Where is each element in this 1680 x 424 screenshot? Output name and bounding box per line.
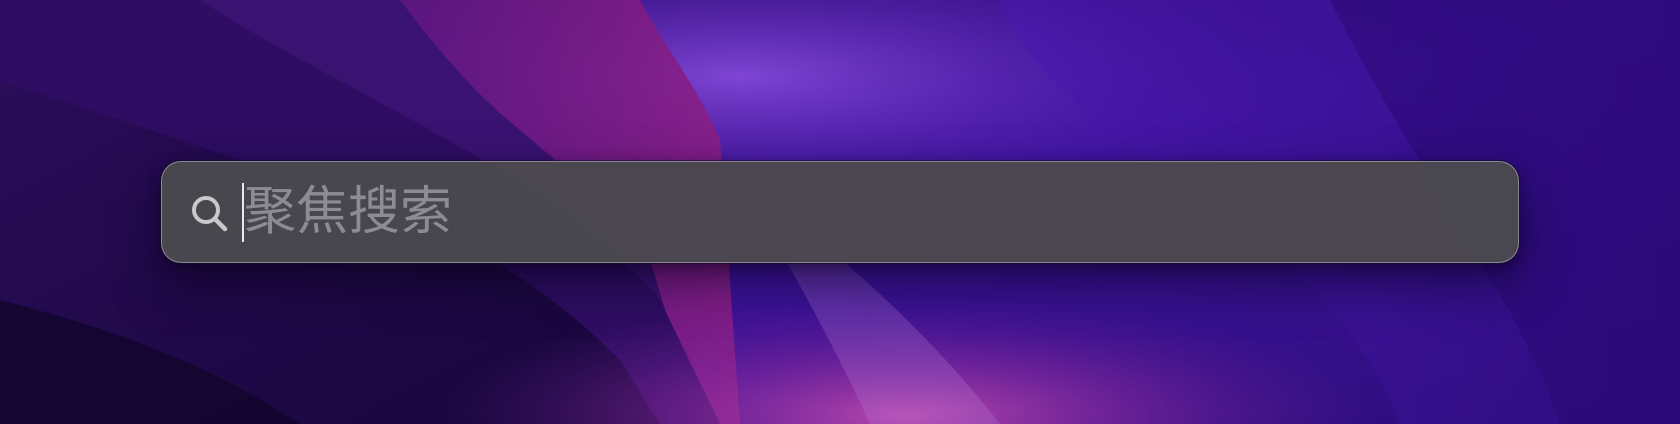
spotlight-search-input[interactable] [244, 176, 1484, 248]
desktop [0, 0, 1680, 424]
spotlight-search-bar[interactable] [161, 161, 1519, 263]
magnifying-glass-icon [189, 193, 231, 235]
